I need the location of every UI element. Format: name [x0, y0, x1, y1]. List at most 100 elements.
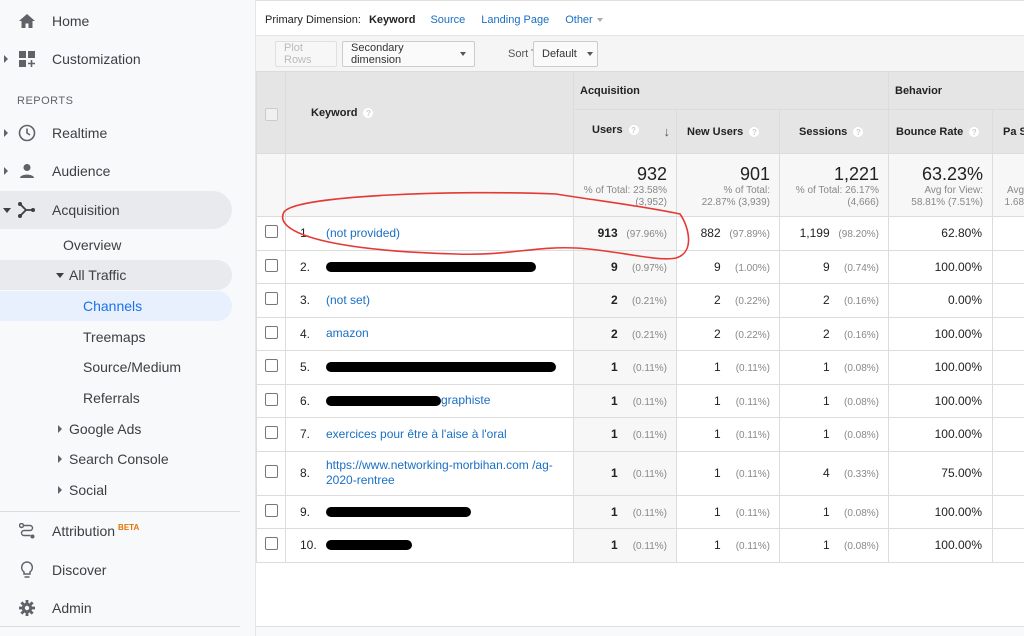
users-cell: 1 (0.11%): [573, 494, 677, 529]
pages-per-session-cell: [991, 216, 1024, 251]
pages-per-session-cell: [991, 383, 1024, 418]
select-all-checkbox[interactable]: [264, 108, 278, 121]
chevron-down-icon: [596, 18, 603, 23]
column-header-pages-per-session[interactable]: Pa Sess: [991, 109, 1024, 154]
primary-dimension-bar: Primary Dimension: Keyword Source Landin…: [265, 14, 619, 26]
sidebar-item-search-console[interactable]: Search Console: [0, 444, 232, 474]
sidebar-item-google-ads[interactable]: Google Ads: [0, 414, 232, 444]
pages-per-session-cell: [991, 417, 1024, 452]
keyword-link[interactable]: https://www.networking-morbihan.com /ag-…: [326, 458, 556, 488]
row-checkbox[interactable]: [264, 258, 278, 272]
row-checkbox-cell: [256, 450, 286, 496]
row-checkbox[interactable]: [264, 225, 278, 239]
sidebar-item-referrals[interactable]: Referrals: [83, 383, 140, 413]
row-checkbox-cell: [256, 316, 286, 351]
row-checkbox[interactable]: [264, 325, 278, 339]
keyword-cell: 3. (not set): [285, 283, 574, 318]
sidebar-item-treemaps[interactable]: Treemaps: [83, 322, 146, 352]
table-toolbar: Plot Rows Secondary dimension Sort Type:…: [256, 35, 1024, 71]
total-bounce-rate: 63.23% Avg for View: 58.81% (7.51%): [888, 153, 993, 217]
primary-dimension-other[interactable]: Other: [565, 14, 603, 26]
row-checkbox-cell: [256, 249, 286, 284]
new-users-cell: 2 (0.22%): [676, 283, 780, 318]
sessions-cell: 4 (0.33%): [779, 450, 889, 496]
row-index: 7.: [300, 427, 311, 442]
sidebar-item-overview[interactable]: Overview: [63, 230, 121, 260]
sidebar-divider: [0, 626, 240, 627]
reports-section-label: REPORTS: [17, 95, 74, 107]
bounce-rate-cell: 100.00%: [888, 528, 993, 563]
row-checkbox-cell: [256, 216, 286, 251]
help-icon[interactable]: ?: [852, 125, 865, 138]
sidebar-item-all-traffic[interactable]: All Traffic: [0, 260, 232, 290]
row-checkbox[interactable]: [264, 292, 278, 306]
redaction-mark: [326, 395, 441, 406]
keyword-link[interactable]: amazon: [326, 326, 369, 341]
bounce-rate-cell: 100.00%: [888, 316, 993, 351]
pages-per-session-cell: [991, 316, 1024, 351]
row-index: 6.: [300, 393, 311, 408]
new-users-cell: 882 (97.89%): [676, 216, 780, 251]
analytics-app: Home Customization REPORTS Realtime Audi…: [0, 0, 1024, 636]
row-checkbox[interactable]: [264, 503, 278, 517]
total-new-users: 901 % of Total: 22.87% (3,939): [676, 153, 780, 217]
plot-rows-button[interactable]: Plot Rows: [275, 41, 337, 67]
sessions-cell: 1 (0.08%): [779, 417, 889, 452]
row-checkbox[interactable]: [264, 359, 278, 373]
row-index: 3.: [300, 293, 311, 308]
new-users-cell: 9 (1.00%): [676, 249, 780, 284]
keyword-link[interactable]: (not provided): [326, 226, 400, 241]
sidebar-item-acquisition[interactable]: Acquisition: [0, 191, 232, 229]
primary-dimension-source[interactable]: Source: [430, 14, 465, 26]
row-checkbox[interactable]: [264, 465, 278, 478]
primary-dimension-landing-page[interactable]: Landing Page: [481, 14, 549, 26]
new-users-cell: 1 (0.11%): [676, 417, 780, 452]
keyword-link[interactable]: graphiste: [441, 393, 490, 408]
expand-arrow-icon: [4, 167, 8, 175]
row-checkbox[interactable]: [264, 537, 278, 551]
help-icon[interactable]: ?: [968, 125, 981, 138]
sidebar-item-source-medium[interactable]: Source/Medium: [83, 352, 181, 382]
column-header-sessions[interactable]: Sessions?: [779, 109, 889, 154]
help-icon[interactable]: ?: [748, 125, 761, 138]
home-icon: [18, 12, 36, 30]
sessions-cell: 1,199 (98.20%): [779, 216, 889, 251]
table-row: 5. 1 (0.11%) 1 (0.11%) 1 (0.08%) 100.00%: [256, 350, 1024, 385]
help-icon[interactable]: ?: [362, 106, 375, 119]
column-header-users[interactable]: Users? ↓: [573, 109, 677, 154]
row-checkbox[interactable]: [264, 392, 278, 406]
sidebar-item-social[interactable]: Social: [0, 475, 232, 505]
chevron-down-icon: [460, 52, 466, 56]
expand-arrow-icon: [58, 486, 62, 494]
users-cell: 913 (97.96%): [573, 216, 677, 251]
new-users-cell: 1 (0.11%): [676, 350, 780, 385]
pages-per-session-cell: [991, 249, 1024, 284]
sidebar-divider: [0, 511, 240, 512]
sort-descending-icon[interactable]: ↓: [664, 124, 671, 139]
primary-dimension-keyword[interactable]: Keyword: [369, 14, 415, 26]
column-header-keyword[interactable]: Keyword?: [285, 71, 574, 154]
keyword-link[interactable]: exercices pour être à l'aise à l'oral: [326, 427, 507, 442]
keyword-link[interactable]: (not set): [326, 293, 370, 308]
column-header-new-users[interactable]: New Users?: [676, 109, 780, 154]
person-icon: [18, 162, 36, 180]
footer-strip: [256, 626, 1024, 636]
group-header-acquisition: Acquisition: [573, 71, 889, 110]
bounce-rate-cell: 62.80%: [888, 216, 993, 251]
keyword-cell: 5.: [285, 350, 574, 385]
new-users-cell: 1 (0.11%): [676, 528, 780, 563]
sidebar-item-channels[interactable]: Channels: [0, 291, 232, 321]
total-sessions: 1,221 % of Total: 26.17% (4,666): [779, 153, 889, 217]
table-row: 1. (not provided) 913 (97.96%) 882 (97.89%)…: [256, 216, 1024, 251]
sort-type-dropdown[interactable]: Default: [533, 41, 598, 67]
table-row: 10. 1 (0.11%) 1 (0.11%) 1 (0.08%) 100.00%: [256, 528, 1024, 563]
row-checkbox-cell: [256, 528, 286, 563]
users-cell: 1 (0.11%): [573, 350, 677, 385]
row-checkbox[interactable]: [264, 426, 278, 440]
redaction-mark: [326, 506, 471, 517]
secondary-dimension-dropdown[interactable]: Secondary dimension: [342, 41, 475, 67]
table-row: 8. https://www.networking-morbihan.com /a…: [256, 450, 1024, 496]
column-header-bounce-rate[interactable]: Bounce Rate?: [888, 109, 993, 154]
users-cell: 1 (0.11%): [573, 528, 677, 563]
help-icon[interactable]: ?: [627, 124, 640, 136]
